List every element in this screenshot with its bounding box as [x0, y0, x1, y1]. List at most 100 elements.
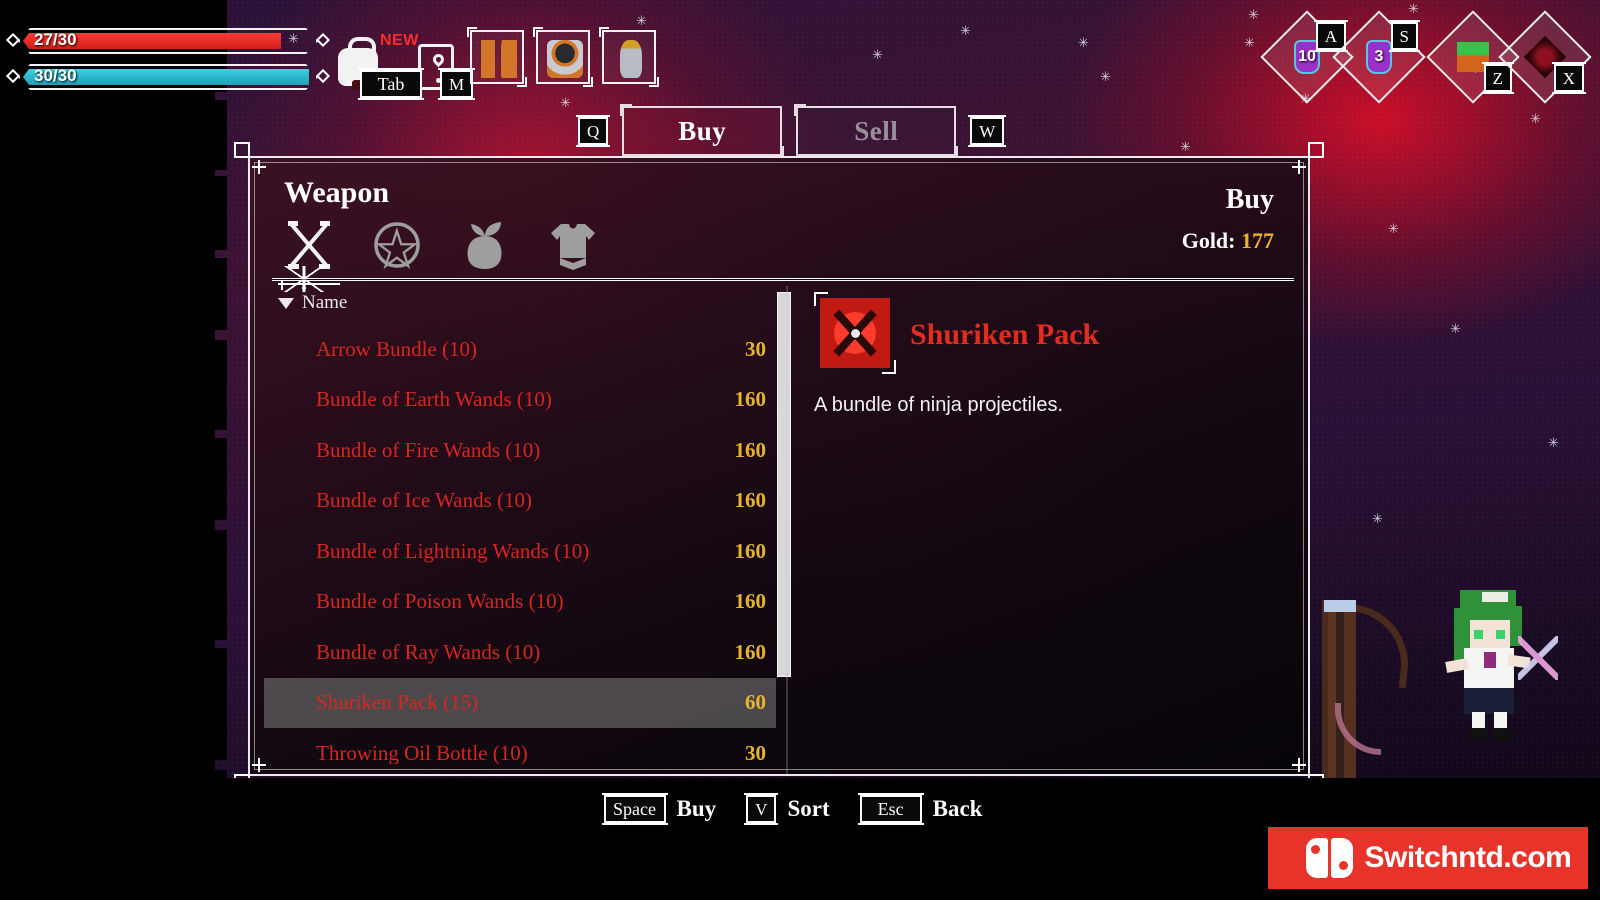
sort-label: Name — [302, 292, 348, 313]
new-badge: NEW — [380, 32, 419, 49]
gold-value: 177 — [1241, 228, 1274, 253]
detail-item-description: A bundle of ninja projectiles. — [814, 394, 1064, 416]
item-name: Shuriken Pack (15) — [316, 690, 479, 715]
key-esc[interactable]: Esc — [857, 793, 924, 825]
ability-slot-z[interactable]: Z — [1426, 10, 1520, 104]
switch-logo-icon — [1305, 837, 1353, 878]
table-row-selected[interactable]: Shuriken Pack (15) 60 — [264, 677, 776, 728]
hud-shortcut-group: NEW Tab M — [332, 26, 482, 104]
item-price: 160 — [734, 589, 767, 614]
mana-bar: 30/30 — [5, 64, 331, 90]
left-dark-mask — [0, 0, 227, 900]
ability-slots: 10 A 3 S Z X — [1260, 10, 1592, 104]
hint-label-buy: Buy — [676, 796, 717, 821]
item-price: 30 — [745, 740, 766, 764]
item-price: 160 — [734, 538, 767, 563]
item-price: 60 — [745, 690, 766, 715]
watermark-text: Switchntd.com — [1364, 840, 1572, 874]
health-value: 27/30 — [34, 30, 77, 49]
equip-slot-armor[interactable] — [533, 27, 593, 87]
key-z[interactable]: Z — [1481, 62, 1515, 94]
key-m[interactable]: M — [437, 68, 476, 100]
location-pin-icon — [430, 51, 447, 68]
equipment-slots — [467, 27, 659, 87]
gold-display: Gold: 177 — [1182, 228, 1274, 254]
health-bar: 27/30 — [5, 28, 331, 54]
item-name: Throwing Oil Bottle (10) — [316, 740, 528, 764]
key-tab[interactable]: Tab — [358, 68, 424, 100]
table-row[interactable]: Bundle of Fire Wands (10) 160 — [264, 425, 776, 476]
player-character — [1445, 590, 1558, 740]
sort-arrow-icon — [278, 297, 294, 309]
equip-slot-boots[interactable] — [467, 27, 527, 87]
shuriken-icon — [829, 307, 881, 359]
panel-vertical-separator — [786, 286, 788, 774]
table-row[interactable]: Arrow Bundle (10) 30 — [264, 324, 776, 375]
ability-slot-x[interactable]: X — [1498, 10, 1592, 104]
item-detail-pane: Shuriken Pack A bundle of ninja projecti… — [810, 286, 1296, 768]
ability-count-a: 10 — [1298, 48, 1316, 65]
hint-buy: Space Buy — [601, 793, 717, 825]
site-watermark: Switchntd.com — [1255, 815, 1600, 900]
category-tab-consumable[interactable] — [456, 216, 514, 274]
table-row[interactable]: Bundle of Ice Wands (10) 160 — [264, 476, 776, 527]
corner-ornament-top-right — [1288, 142, 1324, 178]
shop-mode-tabs: Q Buy Sell W — [575, 104, 1007, 158]
item-name: Bundle of Ray Wands (10) — [316, 639, 541, 664]
tunic-icon — [551, 224, 595, 270]
item-name: Bundle of Fire Wands (10) — [316, 437, 541, 462]
category-tab-magic[interactable] — [368, 216, 426, 274]
ability-slot-s[interactable]: 3 S — [1332, 10, 1426, 104]
corner-ornament-top-left — [234, 142, 270, 178]
table-row[interactable]: Bundle of Poison Wands (10) 160 — [264, 577, 776, 628]
item-list[interactable]: Arrow Bundle (10) 30 Bundle of Earth Wan… — [264, 324, 776, 764]
panel-divider — [272, 278, 1294, 281]
item-name: Arrow Bundle (10) — [316, 336, 477, 361]
crossed-swords-icon — [288, 221, 330, 269]
item-price: 30 — [745, 336, 766, 361]
category-tab-armor[interactable] — [544, 216, 602, 274]
item-name: Bundle of Poison Wands (10) — [316, 589, 564, 614]
tab-buy[interactable]: Buy — [620, 104, 785, 158]
list-scrollbar[interactable] — [777, 292, 791, 766]
game-screen: ✳ ✳ ✳ ✳ ✳ ✳ ✳ ✳ ✳ ✳ ✳ ✳ ✳ ✳ ✳ ✳ ✳ ✳ 27/3… — [0, 0, 1600, 900]
key-x[interactable]: X — [1551, 62, 1587, 94]
key-a[interactable]: A — [1313, 20, 1349, 52]
hint-label-sort: Sort — [787, 796, 830, 821]
key-s[interactable]: S — [1388, 20, 1421, 52]
key-w[interactable]: W — [968, 115, 1007, 147]
equip-slot-bottle[interactable] — [599, 27, 659, 87]
potion-icon: 3 — [1366, 40, 1392, 74]
ability-count-s: 3 — [1374, 48, 1384, 65]
tab-sell[interactable]: Sell — [794, 104, 959, 158]
item-price: 160 — [734, 488, 767, 513]
item-name: Bundle of Lightning Wands (10) — [316, 538, 590, 563]
scrollbar-thumb[interactable] — [777, 292, 791, 677]
key-q[interactable]: Q — [575, 115, 611, 147]
fruit-potion-icon — [467, 222, 502, 269]
mana-value: 30/30 — [34, 66, 77, 85]
panel-mode-label: Buy — [1225, 184, 1274, 215]
shop-panel: Weapon Buy Gold: 177 Name Arrow Bundle (… — [234, 142, 1324, 790]
table-row[interactable]: Throwing Oil Bottle (10) 30 — [264, 728, 776, 764]
table-row[interactable]: Bundle of Lightning Wands (10) 160 — [264, 526, 776, 577]
magic-spark-effect — [1518, 636, 1558, 680]
hint-back: Esc Back — [857, 793, 983, 825]
key-space[interactable]: Space — [601, 793, 668, 825]
tree-snow-cap — [1324, 600, 1356, 612]
detail-item-icon — [814, 292, 896, 374]
item-name: Bundle of Ice Wands (10) — [316, 488, 533, 513]
item-price: 160 — [734, 639, 767, 664]
table-row[interactable]: Bundle of Earth Wands (10) 160 — [264, 375, 776, 426]
gold-label: Gold: — [1181, 228, 1236, 253]
ability-slot-a[interactable]: 10 A — [1260, 10, 1354, 104]
panel-title: Weapon — [284, 176, 390, 209]
item-price: 160 — [734, 387, 767, 412]
hint-label-back: Back — [932, 796, 983, 821]
key-v[interactable]: V — [744, 793, 779, 825]
sort-header[interactable]: Name — [278, 292, 347, 314]
pentagram-icon — [374, 222, 420, 269]
table-row[interactable]: Bundle of Ray Wands (10) 160 — [264, 627, 776, 678]
detail-item-name: Shuriken Pack — [910, 318, 1100, 351]
hint-sort: V Sort — [744, 793, 830, 825]
